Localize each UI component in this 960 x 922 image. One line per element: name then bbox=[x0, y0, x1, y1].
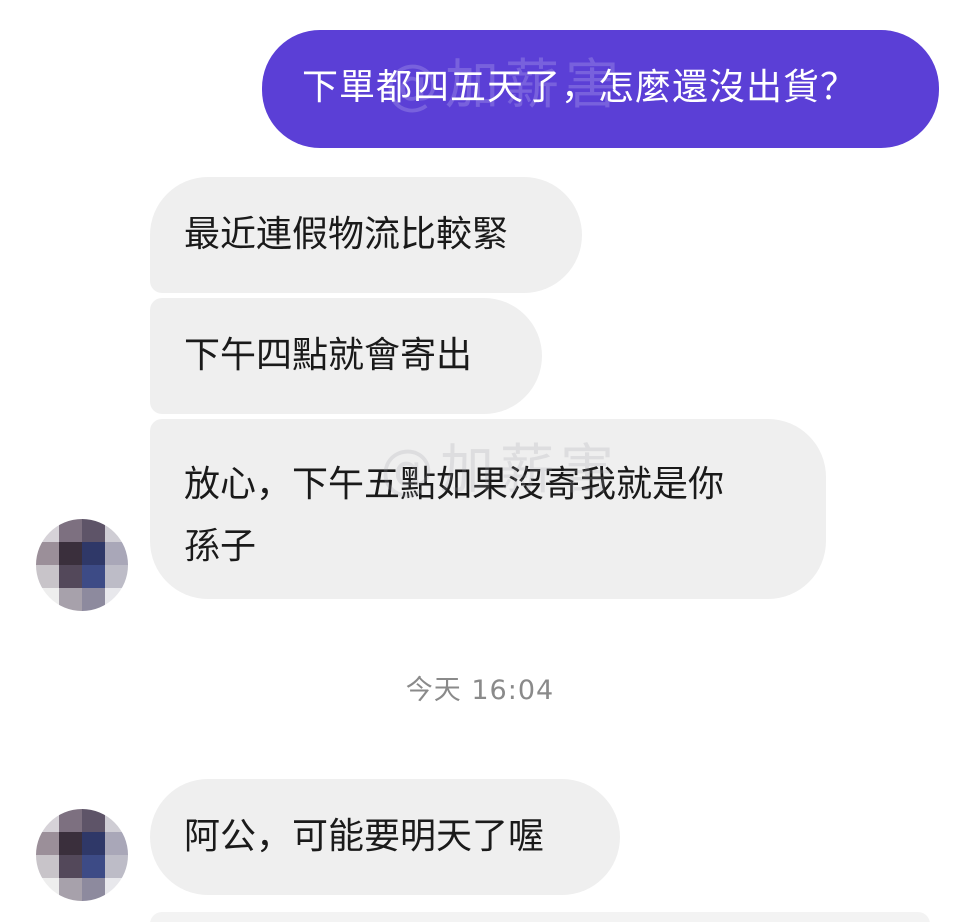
next-message-bubble-edge bbox=[150, 912, 930, 922]
incoming-message-bubble[interactable]: 阿公，可能要明天了喔 bbox=[150, 779, 620, 895]
message-text: 阿公，可能要明天了喔 bbox=[184, 816, 545, 857]
message-text-line-2: 孫子 bbox=[184, 526, 257, 567]
timestamp-text: 今天 16:04 bbox=[405, 675, 555, 706]
incoming-message-bubble[interactable]: 放心，下午五點如果沒寄我就是你 孫子 bbox=[150, 419, 826, 599]
incoming-message-bubble[interactable]: 最近連假物流比較緊 bbox=[150, 177, 582, 293]
chat-thread: 下單都四五天了，怎麼還沒出貨？ @加薪害 最近連假物流比較緊 下午四點就會寄出 … bbox=[0, 0, 960, 922]
message-text: 下午四點就會寄出 bbox=[184, 335, 473, 376]
pixelated-avatar-icon[interactable] bbox=[36, 809, 128, 901]
outgoing-message-bubble[interactable]: 下單都四五天了，怎麼還沒出貨？ bbox=[262, 30, 939, 148]
message-text: 最近連假物流比較緊 bbox=[184, 214, 509, 255]
incoming-message-bubble[interactable]: 下午四點就會寄出 bbox=[150, 298, 542, 414]
message-text: 下單都四五天了，怎麼還沒出貨？ bbox=[302, 67, 858, 108]
message-text-line-1: 放心，下午五點如果沒寄我就是你 bbox=[184, 464, 725, 505]
timestamp-divider: 今天 16:04 bbox=[0, 668, 960, 707]
pixelated-avatar-icon[interactable] bbox=[36, 519, 128, 611]
